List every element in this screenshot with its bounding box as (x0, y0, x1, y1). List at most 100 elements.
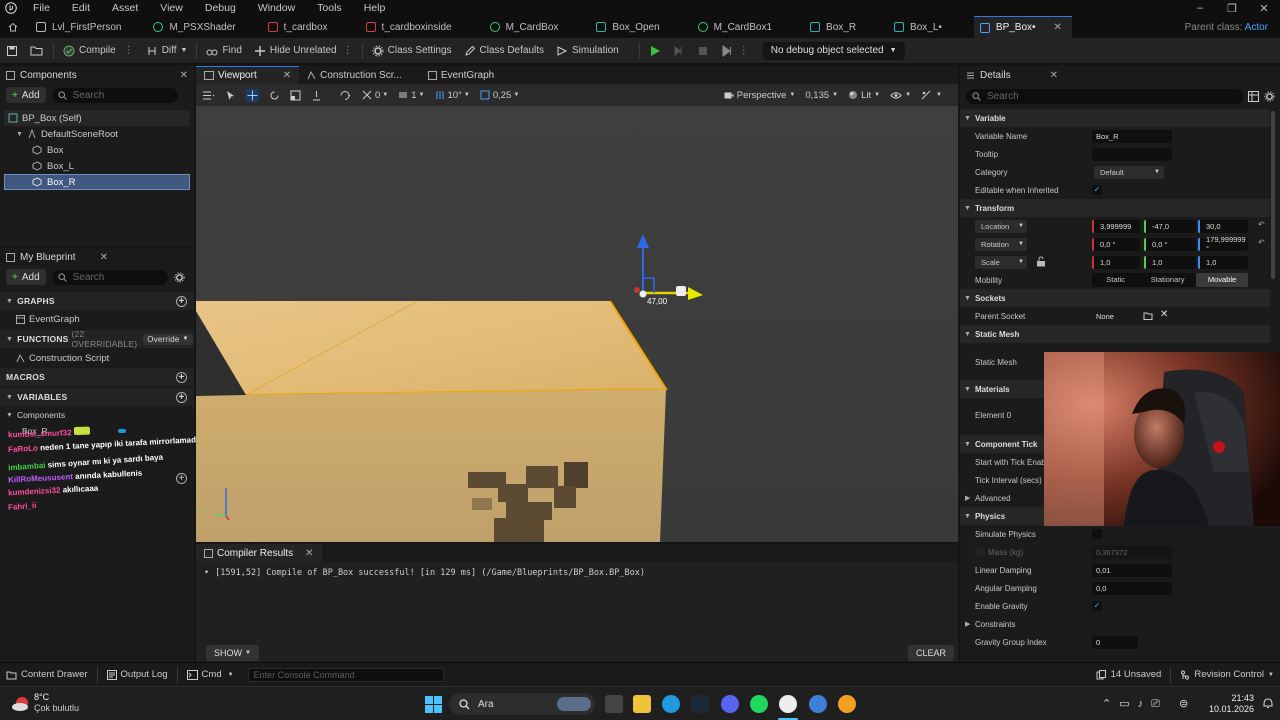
rotation-dropdown[interactable]: Rotation ▼ (975, 237, 1027, 251)
macros-section[interactable]: MACROS + (0, 368, 194, 386)
tab-construction-script[interactable]: Construction Scr... (299, 66, 410, 84)
graph-item-eventgraph[interactable]: EventGraph (0, 311, 194, 327)
menu-tools[interactable]: Tools (306, 0, 353, 16)
debug-object-dropdown[interactable]: No debug object selected ▼ (762, 41, 905, 60)
add-member-button[interactable]: + Add (6, 269, 46, 285)
viewport-3d[interactable]: 47,00 Y (196, 106, 958, 542)
add-component-button[interactable]: + Add (6, 87, 46, 103)
file-explorer-icon[interactable] (633, 695, 651, 713)
location-z-input[interactable]: 30,0 (1198, 219, 1248, 233)
add-graph-button[interactable]: + (176, 295, 187, 307)
variables-section[interactable]: ▼ VARIABLES + (0, 388, 194, 406)
variable-name-input[interactable]: Box_R (1092, 129, 1172, 143)
spotify-icon[interactable] (750, 695, 768, 713)
category-dropdown[interactable]: Default ▼ (1094, 165, 1164, 179)
doc-tab-bp-box[interactable]: BP_Box• ✕ (973, 16, 1072, 38)
table-view-icon[interactable] (1248, 91, 1259, 102)
collapse-arrow-icon[interactable]: ▼ (16, 131, 23, 138)
gravity-group-input[interactable]: 0 (1092, 635, 1138, 649)
tooltip-input[interactable] (1092, 147, 1172, 161)
scale-y-input[interactable]: 1,0 (1144, 255, 1196, 269)
unsaved-button[interactable]: 14 Unsaved (1090, 669, 1168, 680)
steam-icon[interactable] (691, 695, 709, 713)
rotation-x-input[interactable]: 0,0 ° (1092, 237, 1140, 251)
menu-window[interactable]: Window (247, 0, 306, 16)
details-search-input[interactable]: Search (966, 89, 1244, 104)
lock-icon[interactable] (1036, 256, 1046, 267)
save-button[interactable] (0, 40, 24, 62)
doc-tab-lvl-firstperson[interactable]: Lvl_FirstPerson (30, 16, 147, 38)
system-tray-icons[interactable]: ⌃▭♪⎚ ⊜ (1102, 697, 1196, 711)
discord-icon[interactable] (721, 695, 739, 713)
doc-tab-m-psxshader[interactable]: M_PSXShader (147, 16, 261, 38)
linear-damping-input[interactable]: 0,01 (1092, 563, 1172, 577)
viewport-options-button[interactable] (202, 90, 216, 101)
maximize-button[interactable]: ❐ (1216, 2, 1248, 15)
weather-widget[interactable]: 8°C Çok bulutlu (10, 692, 79, 714)
tree-item-self[interactable]: BP_Box (Self) (4, 110, 190, 126)
doc-tab-t-cardbox[interactable]: t_cardbox (262, 16, 360, 38)
details-scrollbar[interactable] (1271, 111, 1275, 279)
menu-asset[interactable]: Asset (101, 0, 149, 16)
app-blue-icon[interactable] (809, 695, 827, 713)
class-settings-button[interactable]: Class Settings (366, 40, 458, 62)
windows-start-icon[interactable] (425, 696, 442, 713)
scale-x-input[interactable]: 1,0 (1092, 255, 1140, 269)
close-window-button[interactable]: ✕ (1248, 2, 1280, 15)
step-button[interactable] (667, 40, 691, 62)
clock[interactable]: 21:43 10.01.2026 (1208, 693, 1254, 715)
simulation-button[interactable]: Simulation (550, 40, 625, 62)
angular-damping-input[interactable]: 0,0 (1092, 581, 1172, 595)
mobility-static[interactable]: Static (1092, 273, 1139, 287)
perspective-dropdown[interactable]: Perspective ▼ (724, 90, 795, 101)
content-drawer-button[interactable]: Content Drawer (0, 669, 94, 680)
add-macro-button[interactable]: + (176, 371, 187, 383)
close-viewport-tab[interactable]: ✕ (283, 70, 291, 81)
coordinate-space-button[interactable] (338, 90, 352, 101)
viewport-settings-dropdown[interactable]: ▼ (921, 90, 942, 100)
hide-unrelated-options-icon[interactable]: ⋮ (343, 45, 353, 56)
output-log-button[interactable]: Output Log (101, 669, 174, 680)
add-variable-button[interactable]: + (176, 391, 187, 403)
show-flags-dropdown[interactable]: ▼ (890, 91, 911, 100)
my-blueprint-search-input[interactable]: Search (51, 269, 168, 285)
unreal-engine-icon[interactable] (779, 695, 797, 713)
scale-snap-toggle[interactable]: 0,25 ▼ (480, 90, 519, 101)
tree-item-box[interactable]: Box (4, 142, 190, 158)
close-details-tab[interactable]: ✕ (1050, 70, 1058, 81)
browse-folder-icon[interactable] (1143, 311, 1153, 321)
location-x-input[interactable]: 3,999999 (1092, 219, 1140, 233)
sockets-section[interactable]: ▼ Sockets (960, 289, 1270, 307)
cmd-dropdown[interactable]: Cmd ▼ (181, 669, 240, 680)
variable-section[interactable]: ▼ Variable (960, 109, 1270, 127)
tree-item-box-r[interactable]: Box_R (4, 174, 190, 190)
components-search-input[interactable]: Search (51, 87, 178, 103)
enable-gravity-checkbox[interactable]: ✓ (1092, 601, 1102, 611)
select-mode-button[interactable] (226, 90, 236, 101)
tab-eventgraph[interactable]: EventGraph (420, 66, 502, 84)
show-button[interactable]: SHOW ▼ (206, 645, 259, 661)
notification-bell-icon[interactable] (1262, 698, 1274, 710)
hide-unrelated-button[interactable]: Hide Unrelated ⋮ (248, 40, 359, 62)
play-options-icon[interactable]: ⋮ (739, 45, 749, 56)
class-defaults-button[interactable]: Class Defaults (458, 40, 550, 62)
clear-x-icon[interactable]: ✕ (1160, 309, 1168, 320)
menu-view[interactable]: View (149, 0, 194, 16)
rotation-z-input[interactable]: 179,999999 ° (1198, 235, 1248, 253)
graphs-section[interactable]: ▼ GRAPHS + (0, 292, 194, 310)
unreal-logo-icon[interactable] (0, 0, 22, 16)
eject-button[interactable]: ⋮ (715, 40, 755, 62)
home-tab[interactable] (0, 16, 30, 38)
mass-override-checkbox[interactable] (975, 547, 985, 557)
revision-control-button[interactable]: Revision Control ▼ (1174, 669, 1280, 680)
taskbar-search-box[interactable]: Ara (449, 693, 595, 715)
override-dropdown[interactable]: Override ▼ (143, 333, 193, 345)
menu-file[interactable]: File (22, 0, 61, 16)
reset-arrow-icon[interactable]: ↶ (1258, 238, 1265, 247)
constraints-row[interactable]: ▶ Constraints (960, 615, 1280, 633)
menu-edit[interactable]: Edit (61, 0, 101, 16)
editable-inherited-checkbox[interactable]: ✓ (1092, 185, 1102, 195)
browse-button[interactable] (24, 40, 50, 62)
transform-section[interactable]: ▼ Transform (960, 199, 1270, 217)
clear-button[interactable]: CLEAR (908, 645, 955, 661)
